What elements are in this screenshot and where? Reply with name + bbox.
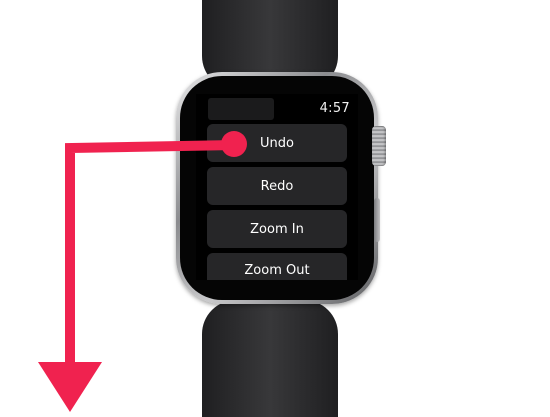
clock-time: 4:57: [319, 101, 350, 116]
watch-band-bottom: [202, 300, 338, 417]
app-title-area: [208, 98, 274, 120]
arrow-head: [38, 362, 102, 412]
status-bar: 4:57: [196, 94, 358, 120]
zoom-in-button-label: Zoom In: [250, 221, 304, 237]
watch-screen: 4:57 Undo Redo Zoom In Zoom Out: [196, 94, 358, 280]
redo-button-label: Redo: [260, 178, 294, 194]
side-button[interactable]: [374, 198, 380, 242]
undo-button[interactable]: Undo: [207, 124, 347, 162]
zoom-out-button[interactable]: Zoom Out: [207, 253, 347, 280]
apple-watch-illustration: 4:57 Undo Redo Zoom In Zoom Out: [0, 0, 550, 417]
redo-button[interactable]: Redo: [207, 167, 347, 205]
digital-crown[interactable]: [372, 126, 386, 166]
undo-button-label: Undo: [260, 135, 294, 151]
zoom-in-button[interactable]: Zoom In: [207, 210, 347, 248]
zoom-out-button-label: Zoom Out: [244, 263, 310, 278]
